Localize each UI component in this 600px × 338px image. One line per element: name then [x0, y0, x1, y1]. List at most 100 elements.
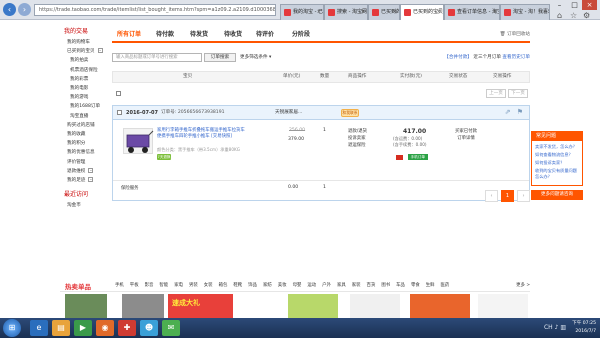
media-taskbar-icon[interactable]: ▶ — [74, 320, 92, 336]
sidebar-item[interactable]: 我的拍卖 — [60, 56, 106, 65]
tab-close-icon[interactable]: × — [317, 5, 321, 19]
product-tile[interactable] — [65, 294, 107, 318]
category-link[interactable]: 男装 — [189, 283, 198, 288]
order-tab[interactable]: 待评价 — [256, 30, 274, 40]
tray-lang[interactable]: CH — [544, 324, 553, 331]
tab-close-icon[interactable]: × — [493, 5, 497, 19]
sidebar-item[interactable]: 我的购物车 — [60, 38, 106, 47]
category-link[interactable]: 零食 — [411, 283, 420, 288]
category-link[interactable]: 手机 — [115, 283, 124, 288]
return-insurance-link[interactable]: 退运保险 — [348, 142, 367, 149]
category-link[interactable]: 鞋靴 — [233, 283, 242, 288]
sidebar-item[interactable]: 购买过的店铺 — [60, 121, 106, 130]
browser-tab[interactable]: 已买到的 × — [368, 4, 400, 20]
recent-item[interactable]: 淘金币 — [60, 201, 106, 210]
sidebar-item[interactable]: 我的游戏 — [60, 93, 106, 102]
order-tab[interactable]: 待发货 — [190, 30, 208, 40]
category-link[interactable]: 医药 — [441, 283, 450, 288]
category-link[interactable]: 车品 — [396, 283, 405, 288]
volume-icon[interactable]: ♪ — [555, 324, 559, 331]
ie-taskbar-icon[interactable]: e — [30, 320, 48, 336]
minimize-button[interactable]: – — [552, 0, 567, 10]
settings-gear-icon[interactable]: ⚙ — [583, 11, 590, 20]
order-tab[interactable]: 待付款 — [156, 30, 174, 40]
address-bar[interactable]: https://trade.taobao.com/trade/itemlist/… — [34, 4, 276, 16]
order-checkbox[interactable] — [117, 110, 122, 115]
product-title-link[interactable]: 家用行李箱手推车折叠拖车搬运手推车拉货车便携手推车四轮手推小推车 [交易快照] — [157, 128, 247, 140]
refund-link[interactable]: 退款/退货 — [348, 128, 367, 135]
sidebar-item[interactable]: 我的1688订单 — [60, 102, 106, 111]
sidebar-item[interactable]: 我的优惠信息 — [60, 148, 106, 157]
page-current[interactable]: 1 — [501, 190, 514, 202]
back-button[interactable]: ‹ — [3, 3, 16, 16]
share-icon[interactable]: ⇗ — [505, 108, 511, 116]
category-link[interactable]: 箱包 — [219, 283, 228, 288]
close-window-button[interactable]: × — [582, 0, 597, 10]
contact-seller-button[interactable]: 和我联系 — [341, 109, 359, 117]
app-taskbar-icon[interactable]: ✚ — [118, 320, 136, 336]
sidebar-item[interactable]: 评价管理 — [60, 158, 106, 167]
category-link[interactable]: 智能 — [159, 283, 168, 288]
page-prev-button[interactable]: ‹ — [485, 190, 498, 202]
browser-tab[interactable]: 我的淘宝 - 已买到的宝贝× — [280, 4, 324, 20]
tab-close-icon[interactable]: × — [361, 5, 365, 19]
qq-taskbar-icon[interactable]: ☻ — [140, 320, 158, 336]
browser-tab[interactable]: 搜索 - 淘宝网 × — [324, 4, 368, 20]
forward-button[interactable]: › — [18, 3, 31, 16]
category-link[interactable]: 母婴 — [293, 283, 302, 288]
wechat-taskbar-icon[interactable]: ✉ — [162, 320, 180, 336]
expand-toggle-icon[interactable]: – — [88, 167, 94, 173]
order-search-button[interactable]: 订单搜索 — [204, 53, 236, 62]
maximize-button[interactable]: □ — [567, 0, 582, 10]
help-question[interactable]: 收到的宝贝有质量问题怎么办？ — [535, 168, 579, 180]
home-icon[interactable]: ⌂ — [557, 11, 562, 20]
browser-tab[interactable]: 已买到的宝贝 × — [400, 4, 444, 20]
sidebar-item[interactable]: 我的足迹 – — [60, 176, 106, 185]
category-link[interactable]: 女装 — [204, 283, 213, 288]
mini-next-button[interactable]: 下一页 — [508, 89, 528, 98]
category-link[interactable]: 图书 — [381, 283, 390, 288]
start-button[interactable]: ⊞ — [3, 319, 21, 337]
recycle-bin-link[interactable]: 🗑 订单回收站 — [500, 31, 530, 37]
expand-toggle-icon[interactable]: – — [88, 177, 94, 183]
help-question[interactable]: 如何投诉卖家？ — [535, 160, 579, 166]
network-icon[interactable]: ▥ — [560, 324, 566, 331]
order-tab[interactable]: 分阶段 — [292, 30, 310, 40]
hot-more-link[interactable]: 更多 > — [516, 282, 530, 288]
seller-name[interactable]: 天锐展家居... — [275, 106, 302, 120]
category-link[interactable]: 家具 — [337, 283, 346, 288]
explorer-taskbar-icon[interactable]: ▤ — [52, 320, 70, 336]
flag-icon[interactable]: ⚑ — [517, 108, 523, 116]
category-link[interactable]: 百货 — [367, 283, 376, 288]
tab-close-icon[interactable]: × — [437, 5, 441, 19]
sidebar-item[interactable]: 我的彩票 — [60, 75, 106, 84]
sidebar-item[interactable]: 我的电影 — [60, 84, 106, 93]
browser-tab[interactable]: 淘宝 - 淘！我喜欢 × — [500, 4, 550, 20]
category-link[interactable]: 饰品 — [248, 283, 257, 288]
product-tile[interactable] — [410, 294, 470, 318]
mini-prev-button[interactable]: 上一页 — [486, 89, 506, 98]
more-help-button[interactable]: 更多问题请咨询 — [531, 190, 583, 200]
sidebar-item[interactable]: 已买到的宝贝 – — [60, 47, 106, 56]
category-link[interactable]: 家纺 — [263, 283, 272, 288]
product-tile[interactable] — [350, 294, 400, 318]
order-search-input[interactable]: 输入商品标题或订单号进行搜索 — [112, 53, 202, 62]
product-tile[interactable] — [288, 294, 338, 318]
favorites-star-icon[interactable]: ☆ — [570, 11, 577, 20]
more-filter-link[interactable]: 更多筛选条件 ▾ — [240, 53, 271, 62]
sidebar-item[interactable]: 退款维权 – — [60, 167, 106, 176]
sidebar-item[interactable]: 我的积分 — [60, 139, 106, 148]
order-detail-link[interactable]: 订单详情 — [446, 135, 486, 142]
promo-tile[interactable]: 速成大礼 — [168, 294, 233, 318]
browser-tab[interactable]: 查看订单信息 - 淘宝 × — [444, 4, 500, 20]
category-link[interactable]: 户外 — [322, 283, 331, 288]
order-tab[interactable]: 待收货 — [224, 30, 242, 40]
product-thumbnail[interactable] — [123, 128, 154, 154]
category-link[interactable]: 美妆 — [278, 283, 287, 288]
history-orders-link[interactable]: 查看历史订单 — [502, 55, 530, 60]
tab-close-icon[interactable]: × — [543, 5, 547, 19]
help-question[interactable]: 卖家不发货，怎么办？ — [535, 144, 579, 150]
category-link[interactable]: 家装 — [352, 283, 361, 288]
order-tab[interactable]: 所有订单 — [117, 30, 141, 40]
tab-close-icon[interactable]: × — [393, 5, 397, 19]
